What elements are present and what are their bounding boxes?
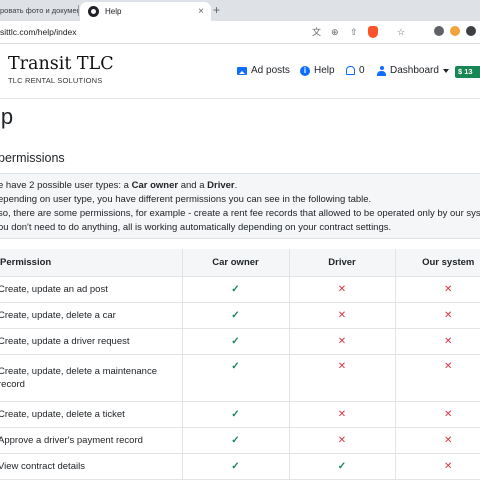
caret-down-icon <box>442 68 449 73</box>
permission-name: Create, update, delete a ticket <box>0 401 182 428</box>
cross-icon: ✕ <box>394 328 480 355</box>
browser-tab-bar: ровать фото и документ Help × + <box>0 0 480 21</box>
check-icon: ✓ <box>181 354 289 402</box>
header-permission: Permission <box>0 249 182 277</box>
user-icon <box>377 65 386 76</box>
info-line-1: e have 2 possible user types: a Car owne… <box>0 180 237 191</box>
permission-name-text: View contract details <box>0 461 85 472</box>
check-icon: ✓ <box>181 276 289 303</box>
info-line-1-end: . <box>234 180 238 191</box>
check-icon: ✓ <box>181 302 289 329</box>
permission-name: View contract details <box>0 453 182 480</box>
table-row: Create, update, delete a ticket ✓ ✕ ✕ <box>0 401 480 428</box>
brand-subtitle: TLC RENTAL SOLUTIONS <box>8 76 103 85</box>
bell-icon <box>346 66 355 75</box>
nav-help-label: Help <box>314 65 335 76</box>
extension-gear-icon[interactable] <box>434 26 444 36</box>
permission-name-text: Create, update, delete a ticket <box>0 409 125 420</box>
check-icon: ✓ <box>181 401 289 428</box>
tab-separator <box>78 5 79 16</box>
site-navbar: Transit TLC TLC RENTAL SOLUTIONS Ad post… <box>0 44 480 99</box>
cross-icon: ✕ <box>288 276 395 303</box>
table-row: Create, update, delete a maintenance rec… <box>0 354 480 402</box>
cross-icon: ✕ <box>288 302 395 329</box>
info-line-1-driver: Driver <box>207 180 235 191</box>
table-row: View contract details ✓ ✓ ✕ <box>0 453 480 480</box>
new-tab-icon[interactable]: + <box>213 0 220 21</box>
url-field[interactable]: sittlc.com/help/index <box>0 21 77 43</box>
permission-name-text: Create, update, delete a car <box>0 310 116 321</box>
check-icon: ✓ <box>181 453 289 480</box>
cross-icon: ✕ <box>394 427 480 454</box>
nav-ad-posts[interactable]: Ad posts <box>237 65 290 76</box>
address-bar: sittlc.com/help/index 文 ⊕ ⇧ ☆ <box>0 21 480 44</box>
check-icon: ✓ <box>181 427 289 454</box>
table-row: Create, update a driver request ✓ ✕ ✕ <box>0 328 480 355</box>
permission-name: Create, update an ad post <box>0 276 182 303</box>
info-line-1-text: e have 2 possible user types: a <box>0 180 132 191</box>
table-row: Approve a driver's payment record ✓ ✕ ✕ <box>0 427 480 454</box>
permission-name-text: Approve a driver's payment record <box>0 435 143 446</box>
info-line-1-mid: and a <box>178 180 208 191</box>
header-car-owner: Car owner <box>181 249 289 277</box>
permission-name-text: Create, update, delete a maintenance rec… <box>0 366 157 390</box>
permission-name-text: Create, update a driver request <box>0 336 130 347</box>
extension-pen-icon[interactable] <box>466 26 476 36</box>
brand-logo-title[interactable]: Transit TLC <box>8 54 114 74</box>
image-icon <box>237 66 247 75</box>
nav-help[interactable]: i Help <box>300 65 335 76</box>
nav-ad-posts-label: Ad posts <box>251 65 290 76</box>
cross-icon: ✕ <box>288 328 395 355</box>
nav-notifications[interactable]: 0 <box>346 65 365 76</box>
browser-tab-title: Help <box>105 7 122 16</box>
check-icon: ✓ <box>181 328 289 355</box>
table-row: Create, update an ad post ✓ ✕ ✕ <box>0 276 480 303</box>
permissions-table: Permission Car owner Driver Our system C… <box>0 249 480 480</box>
table-row: Create, update, delete a car ✓ ✕ ✕ <box>0 302 480 329</box>
permission-name: Approve a driver's payment record <box>0 427 182 454</box>
info-line-3: so, there are some permissions, for exam… <box>0 208 480 219</box>
permissions-info-box: e have 2 possible user types: a Car owne… <box>0 174 480 239</box>
share-icon[interactable]: ⇧ <box>350 26 358 38</box>
permission-name: Create, update a driver request <box>0 328 182 355</box>
info-line-1-car-owner: Car owner <box>131 180 179 191</box>
permission-name: Create, update, delete a car <box>0 302 182 329</box>
permission-name: Create, update, delete a maintenance rec… <box>0 354 182 402</box>
section-title: permissions <box>0 151 65 165</box>
cross-icon: ✕ <box>394 453 480 480</box>
info-line-2: epending on user type, you have differen… <box>0 194 372 205</box>
balance-badge[interactable]: $ 13 <box>455 66 480 78</box>
cross-icon: ✕ <box>394 401 480 428</box>
translate-icon[interactable]: 文 <box>312 26 321 38</box>
header-our-system: Our system <box>394 249 480 277</box>
browser-tab-active[interactable]: Help × <box>80 2 211 21</box>
info-line-4: ou don't need to do anything, all is wor… <box>0 222 392 233</box>
cross-icon: ✕ <box>394 276 480 303</box>
browser-tab-inactive-title: ровать фото и документ <box>0 6 78 15</box>
balance-value: $ 13 <box>458 67 473 76</box>
check-icon: ✓ <box>288 453 395 480</box>
page-title: lp <box>0 104 14 129</box>
bookmark-icon[interactable]: ☆ <box>397 26 405 38</box>
permission-name-text: Create, update an ad post <box>0 284 108 295</box>
nav-dashboard-label: Dashboard <box>390 65 439 76</box>
header-driver: Driver <box>288 249 395 277</box>
cross-icon: ✕ <box>394 302 480 329</box>
extension-icon[interactable] <box>450 26 460 36</box>
notifications-count: 0 <box>359 65 365 76</box>
cross-icon: ✕ <box>394 354 480 402</box>
info-icon: i <box>300 65 310 76</box>
table-header-row: Permission Car owner Driver Our system <box>0 249 480 277</box>
tab-close-icon[interactable]: × <box>198 2 204 21</box>
cross-icon: ✕ <box>288 427 395 454</box>
zoom-icon[interactable]: ⊕ <box>331 26 339 38</box>
browser-tab-inactive[interactable]: ровать фото и документ <box>0 0 78 21</box>
favicon-icon <box>88 6 99 17</box>
brave-shield-icon[interactable] <box>368 26 378 38</box>
cross-icon: ✕ <box>288 354 395 402</box>
cross-icon: ✕ <box>288 401 395 428</box>
nav-dashboard-dropdown[interactable]: Dashboard <box>377 65 449 76</box>
